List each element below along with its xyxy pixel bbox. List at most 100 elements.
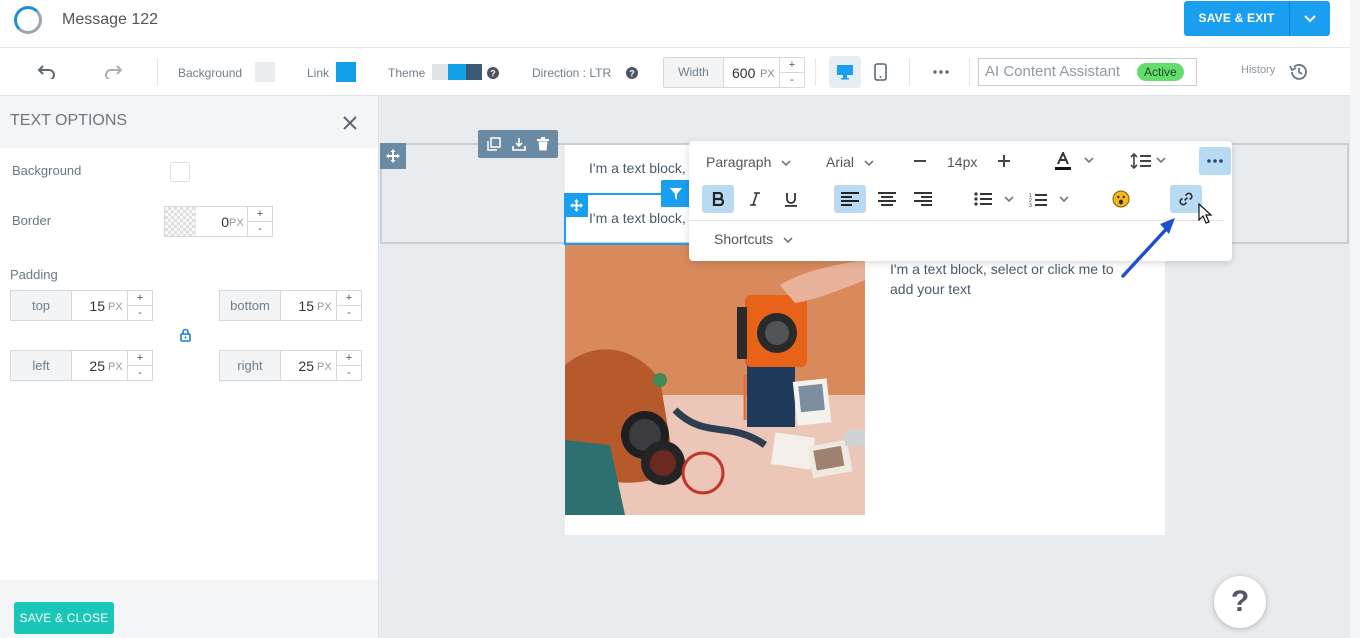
ai-content-assistant-button[interactable]: AI Content Assistant Active [978,58,1197,86]
font-size-value[interactable]: 14px [947,154,977,170]
svg-text:?: ? [629,69,635,79]
save-close-button[interactable]: SAVE & CLOSE [14,602,114,634]
increment-button[interactable]: + [248,207,272,222]
decrement-button[interactable]: - [337,306,361,321]
chevron-down-icon[interactable] [1004,196,1014,203]
row-move-handle[interactable] [380,143,406,169]
increase-font-size-button[interactable] [988,147,1020,175]
font-family-value: Arial [826,154,855,170]
align-left-button[interactable] [834,185,866,213]
page-scrollbar[interactable] [1350,0,1360,638]
filter-icon [670,187,682,200]
text-block[interactable]: I'm a text block, select or click me to … [890,259,1140,299]
message-title: Message 122 [62,11,159,28]
decrement-button[interactable]: - [128,366,152,381]
help-icon[interactable]: ? [487,67,499,79]
numbered-list-icon: 123 [1029,193,1047,207]
padding-top-input[interactable]: 15 [77,298,105,314]
block-actions-toolbar [478,130,558,158]
redo-icon[interactable] [104,65,124,79]
history-label[interactable]: History [1241,64,1275,76]
trash-icon[interactable] [536,137,549,151]
save-block-icon[interactable] [512,137,526,151]
link-color-swatch[interactable] [336,62,356,82]
padding-right-label: right [220,351,281,380]
chevron-down-icon [783,237,793,244]
chevron-down-icon[interactable] [1059,196,1069,203]
block-move-handle[interactable] [564,193,588,217]
undo-icon[interactable] [36,65,56,79]
decrement-button[interactable]: - [248,222,272,237]
line-height-icon [1130,153,1151,169]
background-color-picker[interactable] [170,162,190,182]
decrease-font-size-button[interactable] [904,147,936,175]
camera-photo-image [565,245,865,515]
line-height-button[interactable] [1125,147,1157,175]
width-label: Width [664,58,724,87]
width-field: Width 600 PX + - [663,57,805,88]
desktop-icon [837,65,853,80]
selected-text-content[interactable]: I'm a text block, [589,210,686,226]
top-bar: Message 122 SAVE & EXIT [0,0,1350,48]
italic-button[interactable] [739,185,771,213]
save-exit-button[interactable]: SAVE & EXIT [1184,1,1289,36]
save-options-dropdown[interactable] [1289,1,1330,36]
increment-button[interactable]: + [337,351,361,366]
history-icon[interactable] [1289,63,1309,81]
duplicate-icon[interactable] [487,137,502,151]
border-width-input[interactable]: 0 [205,214,229,230]
decrement-button[interactable]: - [337,366,361,381]
mobile-icon[interactable] [874,63,887,81]
text-color-button[interactable] [1047,147,1079,175]
more-options-icon[interactable] [933,70,949,74]
padding-right-input[interactable]: 25 [286,358,314,374]
desktop-view-button[interactable] [829,56,861,88]
border-color-picker[interactable] [165,207,196,236]
padding-bottom-input[interactable]: 15 [286,298,314,314]
background-color-swatch[interactable] [255,62,275,82]
close-icon[interactable] [341,114,359,132]
border-width-field: 0 PX + - [164,206,273,237]
theme-label: Theme [388,66,426,80]
emoji-button[interactable] [1105,185,1137,213]
block-settings-tab[interactable] [661,180,691,207]
link-label: Link [307,66,330,80]
padding-left-input[interactable]: 25 [77,358,105,374]
help-button[interactable]: ? [1214,576,1266,628]
lock-icon[interactable] [180,328,191,342]
align-right-button[interactable] [907,185,939,213]
width-input[interactable]: 600 [732,65,755,81]
increment-button[interactable]: + [337,291,361,306]
direction-label[interactable]: Direction : LTR [532,66,611,80]
unit-label: PX [108,301,123,313]
width-decrement-button[interactable]: - [780,73,804,88]
border-stepper: + - [247,207,272,236]
increment-button[interactable]: + [128,351,152,366]
align-center-icon [878,192,896,206]
shortcuts-dropdown[interactable]: Shortcuts [714,231,793,247]
app-logo [14,6,42,34]
align-center-button[interactable] [871,185,903,213]
width-increment-button[interactable]: + [780,58,804,73]
paragraph-format-dropdown[interactable]: Paragraph [706,154,791,170]
border-option-label: Border [12,213,52,228]
emoji-icon [1112,190,1130,208]
numbered-list-button[interactable]: 123 [1022,185,1054,213]
padding-top-stepper: + - [127,291,152,320]
status-badge: Active [1137,63,1184,81]
product-image[interactable] [565,245,865,515]
font-family-dropdown[interactable]: Arial [826,154,874,170]
decrement-button[interactable]: - [128,306,152,321]
bold-button[interactable] [702,185,734,213]
padding-label: Padding [10,267,58,282]
underline-button[interactable] [775,185,807,213]
help-icon[interactable]: ? [626,67,638,79]
unit-label: PX [229,217,244,229]
text-options-panel: TEXT OPTIONS Background Border 0 PX + - P… [0,96,379,638]
chevron-down-icon[interactable] [1156,157,1166,164]
theme-selector[interactable] [432,64,482,80]
increment-button[interactable]: + [128,291,152,306]
more-formatting-button[interactable] [1199,147,1231,175]
bullet-list-button[interactable] [967,185,999,213]
chevron-down-icon[interactable] [1084,157,1094,164]
